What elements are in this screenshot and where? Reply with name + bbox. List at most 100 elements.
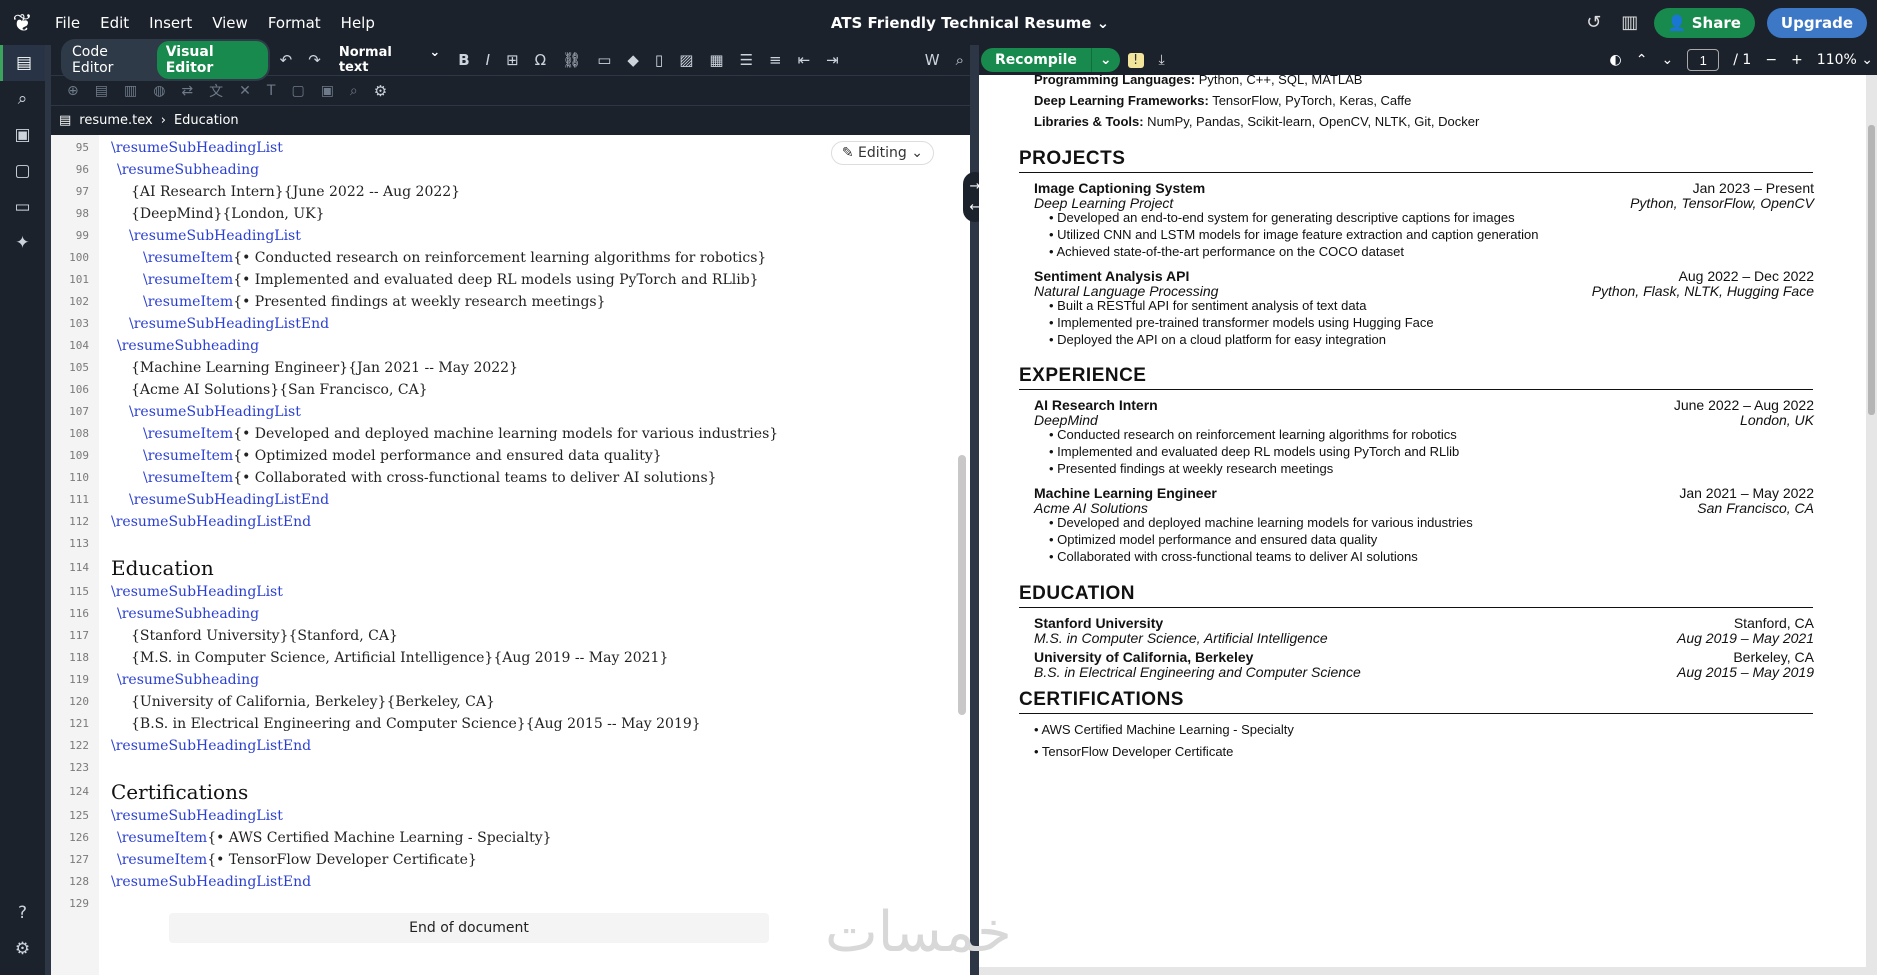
code-line[interactable]: 123 bbox=[51, 757, 970, 779]
overleaf-logo-icon[interactable]: ❦ bbox=[0, 0, 45, 45]
bullet-list-icon[interactable]: ☰ bbox=[734, 51, 759, 69]
code-line[interactable]: 113 bbox=[51, 533, 970, 555]
share-button[interactable]: 👤 Share bbox=[1653, 7, 1755, 38]
indent-icon[interactable]: ⇥ bbox=[820, 51, 845, 69]
code-line[interactable]: 117 {Stanford University}{Stanford, CA} bbox=[51, 625, 970, 647]
help-icon[interactable]: ? bbox=[0, 895, 45, 931]
ref-icon[interactable]: ◆ bbox=[621, 51, 645, 69]
history-icon[interactable]: ↺ bbox=[1582, 12, 1606, 33]
code-line[interactable]: 118 {M.S. in Computer Science, Artificial… bbox=[51, 647, 970, 669]
settings-icon[interactable]: ⚙ bbox=[0, 931, 45, 967]
code-line[interactable]: 104 \resumeSubheading bbox=[51, 335, 970, 357]
numbered-list-icon[interactable]: ≡ bbox=[763, 51, 788, 69]
toolbar2-icon-3[interactable]: ▥ bbox=[118, 83, 143, 99]
download-pdf-icon[interactable]: ⤓ bbox=[1150, 52, 1174, 68]
math-icon[interactable]: ⊞ bbox=[500, 51, 525, 69]
code-line[interactable]: 102 \resumeItem{• Presented findings at w… bbox=[51, 291, 970, 313]
toolbar2-icon-4[interactable]: ◍ bbox=[147, 83, 171, 99]
code-line[interactable]: 109 \resumeItem{• Optimized model perform… bbox=[51, 445, 970, 467]
code-editor[interactable]: 95 \resumeSubHeadingList 96 \resumeSubheadi… bbox=[51, 135, 970, 975]
zoom-out-icon[interactable]: − bbox=[1765, 52, 1777, 68]
outdent-icon[interactable]: ⇤ bbox=[792, 51, 817, 69]
review-icon[interactable]: ▢ bbox=[0, 153, 45, 189]
code-line[interactable]: 100 \resumeItem{• Conducted research on r… bbox=[51, 247, 970, 269]
code-line[interactable]: 112 \resumeSubHeadingListEnd bbox=[51, 511, 970, 533]
code-line[interactable]: 119 \resumeSubheading bbox=[51, 669, 970, 691]
editing-mode-dropdown[interactable]: ✎ Editing ⌄ bbox=[830, 141, 934, 165]
code-line[interactable]: 98 {DeepMind}{London, UK} bbox=[51, 203, 970, 225]
menu-edit[interactable]: Edit bbox=[90, 14, 139, 32]
breadcrumb-section[interactable]: Education bbox=[174, 113, 239, 128]
link-icon[interactable]: ⛓ bbox=[556, 51, 587, 69]
text-style-select[interactable]: Normal text ⌄ bbox=[331, 45, 448, 75]
recompile-button[interactable]: Recompile ⌄ bbox=[981, 48, 1120, 72]
layout-icon[interactable]: ▥ bbox=[1618, 12, 1642, 33]
page-down-icon[interactable]: ⌄ bbox=[1662, 52, 1674, 68]
editor-scrollbar[interactable] bbox=[958, 455, 966, 715]
search-icon[interactable]: ⌕ bbox=[0, 81, 45, 117]
code-line[interactable]: 121 {B.S. in Electrical Engineering and C… bbox=[51, 713, 970, 735]
code-line[interactable]: 96 \resumeSubheading bbox=[51, 159, 970, 181]
code-line[interactable]: 126 \resumeItem{• AWS Certified Machine L… bbox=[51, 827, 970, 849]
code-editor-tab[interactable]: Code Editor bbox=[63, 41, 157, 79]
cite-icon[interactable]: ▯ bbox=[649, 51, 669, 69]
code-line[interactable]: 103 \resumeSubHeadingListEnd bbox=[51, 313, 970, 335]
visual-editor-tab[interactable]: Visual Editor bbox=[156, 41, 268, 79]
code-line[interactable]: 108 \resumeItem{• Developed and deployed … bbox=[51, 423, 970, 445]
code-line[interactable]: 110 \resumeItem{• Collaborated with cross… bbox=[51, 467, 970, 489]
figure-icon[interactable]: ▨ bbox=[673, 51, 699, 69]
menu-help[interactable]: Help bbox=[331, 14, 385, 32]
code-line[interactable]: 122 \resumeSubHeadingListEnd bbox=[51, 735, 970, 757]
pdf-horizontal-scrollbar[interactable] bbox=[979, 967, 1877, 975]
symbol-icon[interactable]: Ω bbox=[529, 51, 552, 69]
italic-icon[interactable]: I bbox=[480, 51, 496, 69]
toolbar2-icon-2[interactable]: ▤ bbox=[89, 83, 114, 99]
toolbar2-icon-9[interactable]: ▢ bbox=[285, 83, 310, 99]
menu-insert[interactable]: Insert bbox=[139, 14, 202, 32]
toolbar2-icon-5[interactable]: ⇄ bbox=[175, 83, 199, 99]
code-line[interactable]: 97 {AI Research Intern}{June 2022 -- Aug … bbox=[51, 181, 970, 203]
code-line[interactable]: 124 Certifications bbox=[51, 779, 970, 805]
code-line[interactable]: 101 \resumeItem{• Implemented and evaluat… bbox=[51, 269, 970, 291]
document-title[interactable]: ATS Friendly Technical Resume ⌄ bbox=[780, 14, 1160, 32]
find-icon[interactable]: ⌕ bbox=[950, 51, 970, 69]
logs-warning-icon[interactable]: ! bbox=[1127, 52, 1144, 68]
comment-icon[interactable]: ▭ bbox=[591, 51, 617, 69]
page-up-icon[interactable]: ⌃ bbox=[1636, 52, 1648, 68]
toolbar2-icon-10[interactable]: ▣ bbox=[315, 83, 340, 99]
toolbar2-icon-6[interactable]: 文 bbox=[203, 81, 229, 101]
code-line[interactable]: 99 \resumeSubHeadingList bbox=[51, 225, 970, 247]
toolbar2-icon-7[interactable]: ✕ bbox=[233, 83, 257, 99]
file-tree-icon[interactable]: ▤ bbox=[0, 45, 45, 81]
contrast-icon[interactable]: ◐ bbox=[1610, 52, 1622, 68]
code-line[interactable]: 106 {Acme AI Solutions}{San Francisco, CA… bbox=[51, 379, 970, 401]
editor-mode-toggle[interactable]: Code Editor Visual Editor bbox=[61, 39, 270, 81]
code-line[interactable]: 111 \resumeSubHeadingListEnd bbox=[51, 489, 970, 511]
pdf-scroll-thumb[interactable] bbox=[1868, 125, 1875, 415]
menu-format[interactable]: Format bbox=[258, 14, 331, 32]
upgrade-button[interactable]: Upgrade bbox=[1766, 7, 1867, 38]
toolbar2-icon-8[interactable]: T bbox=[261, 83, 282, 99]
toolbar2-icon-1[interactable]: ⊕ bbox=[61, 83, 85, 99]
menu-file[interactable]: File bbox=[45, 14, 90, 32]
chat-icon[interactable]: ▭ bbox=[0, 189, 45, 225]
code-line[interactable]: 105 {Machine Learning Engineer}{Jan 2021 … bbox=[51, 357, 970, 379]
code-line[interactable]: 115 \resumeSubHeadingList bbox=[51, 581, 970, 603]
zoom-in-icon[interactable]: + bbox=[1791, 52, 1803, 68]
code-line[interactable]: 114 Education bbox=[51, 555, 970, 581]
page-number-input[interactable] bbox=[1687, 49, 1720, 71]
ai-assist-icon[interactable]: ✦ bbox=[0, 225, 45, 261]
pdf-vertical-scrollbar[interactable] bbox=[1866, 75, 1877, 967]
undo-icon[interactable]: ↶ bbox=[274, 51, 299, 69]
bold-icon[interactable]: B bbox=[452, 51, 475, 69]
menu-view[interactable]: View bbox=[202, 14, 258, 32]
code-line[interactable]: 128 \resumeSubHeadingListEnd bbox=[51, 871, 970, 893]
code-line[interactable]: 127 \resumeItem{• TensorFlow Developer Ce… bbox=[51, 849, 970, 871]
zoom-select[interactable]: 110% ⌄ bbox=[1817, 52, 1873, 68]
integrations-icon[interactable]: ▣ bbox=[0, 117, 45, 153]
toolbar2-icon-11[interactable]: ⌕ bbox=[344, 83, 364, 99]
breadcrumb-file[interactable]: resume.tex bbox=[79, 113, 152, 128]
code-line[interactable]: 125 \resumeSubHeadingList bbox=[51, 805, 970, 827]
code-line[interactable]: 107 \resumeSubHeadingList bbox=[51, 401, 970, 423]
redo-icon[interactable]: ↷ bbox=[302, 51, 327, 69]
